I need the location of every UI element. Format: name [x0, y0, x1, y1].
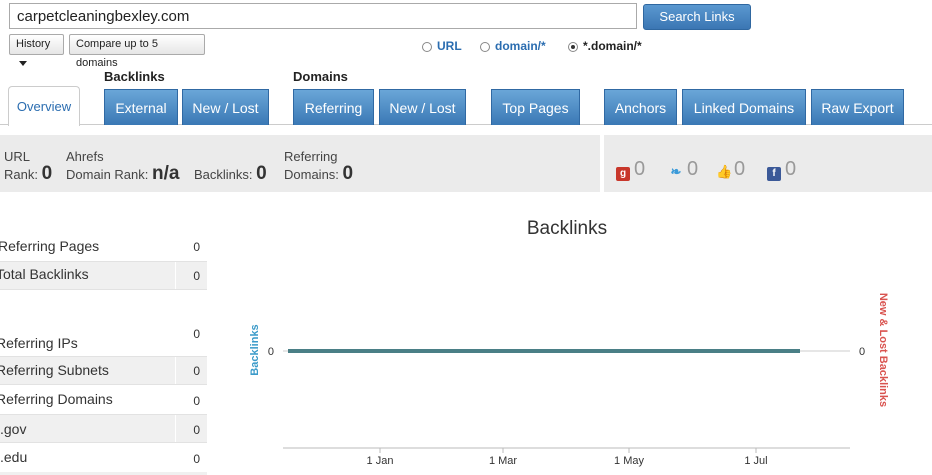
stat-label: Backlinks:	[194, 167, 253, 182]
backlinks-group-label: Backlinks	[104, 69, 165, 84]
tab-raw-export[interactable]: Raw Export	[811, 89, 904, 125]
twitter-icon: ❧	[670, 164, 682, 179]
x-tick-label: 1 May	[614, 455, 644, 467]
tab-referring[interactable]: Referring	[293, 89, 374, 125]
metric-value: 0	[193, 269, 200, 283]
scope-radio-domain[interactable]: domain/*	[480, 38, 546, 54]
metric-label: Referring Subnets	[0, 362, 109, 378]
scope-label: domain/*	[495, 39, 546, 53]
metric-total-backlinks: Total Backlinks 0	[0, 261, 207, 290]
scope-label: *.domain/*	[583, 39, 642, 53]
metric-label: .gov	[0, 421, 27, 437]
y-axis-label: Backlinks	[249, 324, 261, 375]
metric-value: 0	[193, 423, 200, 437]
likes-count: 👍0	[716, 158, 745, 181]
tab-external[interactable]: External	[104, 89, 178, 125]
referring-domains-value: 0	[342, 163, 354, 184]
history-dropdown[interactable]: History	[9, 34, 64, 66]
facebook-count: f0	[767, 158, 796, 181]
metric-referring-subnets: Referring Subnets 0	[0, 356, 207, 385]
url-rank-value: 0	[41, 163, 53, 184]
chart-title: Backlinks	[526, 218, 608, 239]
y2-tick-label: 0	[859, 346, 865, 358]
metric-edu: .edu 0	[0, 444, 207, 473]
facebook-icon: f	[767, 167, 781, 181]
metric-referring-domains: Referring Domains 0	[0, 386, 207, 415]
x-tick-label: 1 Jan	[367, 455, 394, 467]
caret-down-icon	[19, 60, 27, 66]
backlinks-chart: Backlinks New & Lost Backlinks 0 0 1 Jan…	[249, 293, 889, 467]
backlinks-stat: Backlinks: 0	[194, 163, 267, 184]
scope-radio-url[interactable]: URL	[422, 38, 462, 54]
metric-value: 0	[193, 364, 200, 378]
url-rank-stat: URL Rank: 0	[4, 148, 52, 183]
tab-domains-new-lost[interactable]: New / Lost	[379, 89, 466, 125]
domain-rank-stat: Ahrefs Domain Rank: n/a	[66, 148, 179, 183]
metric-value: 0	[193, 452, 200, 466]
stats-bar: URL Rank: 0 Ahrefs Domain Rank: n/a Back…	[0, 135, 600, 192]
metric-referring-pages: Referring Pages 0	[0, 233, 207, 262]
search-links-button[interactable]: Search Links	[643, 4, 751, 30]
tab-backlinks-new-lost[interactable]: New / Lost	[182, 89, 269, 125]
metric-label: .edu	[0, 449, 28, 465]
metric-value: 0	[193, 394, 200, 408]
likes-value: 0	[734, 158, 746, 180]
metric-gov: .gov 0	[0, 414, 207, 443]
metric-value: 0	[193, 240, 200, 254]
tab-top-pages[interactable]: Top Pages	[491, 89, 580, 125]
googleplus-icon: g	[616, 167, 630, 181]
scope-label: URL	[437, 39, 462, 53]
metric-label: Total Backlinks	[0, 266, 89, 282]
y-tick-label: 0	[268, 346, 274, 358]
metric-value: 0	[193, 327, 200, 341]
twitter-value: 0	[687, 158, 699, 180]
history-label: History	[16, 38, 51, 50]
metric-label: Referring IPs	[0, 335, 78, 351]
stat-label: Domain Rank:	[66, 167, 149, 182]
metric-label: Referring Domains	[0, 391, 113, 407]
y2-axis-label: New & Lost Backlinks	[877, 293, 889, 407]
domains-group-label: Domains	[293, 69, 348, 84]
radio-icon	[422, 42, 432, 52]
referring-domains-stat: Referring Domains: 0	[284, 148, 353, 183]
facebook-value: 0	[785, 158, 797, 180]
googleplus-count: g0	[616, 158, 645, 181]
tab-linked-domains[interactable]: Linked Domains	[682, 89, 806, 125]
tab-overview[interactable]: Overview	[8, 86, 80, 126]
compare-domains-button[interactable]: Compare up to 5 domains	[69, 34, 205, 69]
domain-rank-value: n/a	[152, 163, 180, 184]
radio-selected-icon	[568, 42, 578, 52]
twitter-count: ❧ 0	[669, 158, 699, 181]
metric-label: Referring Pages	[0, 238, 100, 254]
scope-radio-subdomains[interactable]: *.domain/*	[568, 38, 642, 54]
radio-icon	[480, 42, 490, 52]
x-tick-label: 1 Jul	[744, 455, 767, 467]
stat-label: Domains:	[284, 167, 339, 182]
x-tick-label: 1 Mar	[489, 455, 517, 467]
googleplus-value: 0	[634, 158, 646, 180]
stat-label: Rank:	[4, 167, 38, 182]
metric-referring-ips: Referring IPs 0	[0, 321, 207, 351]
thumbs-up-icon: 👍	[716, 164, 733, 179]
tab-anchors[interactable]: Anchors	[604, 89, 677, 125]
backlinks-value: 0	[256, 163, 267, 184]
search-input[interactable]	[9, 3, 637, 29]
